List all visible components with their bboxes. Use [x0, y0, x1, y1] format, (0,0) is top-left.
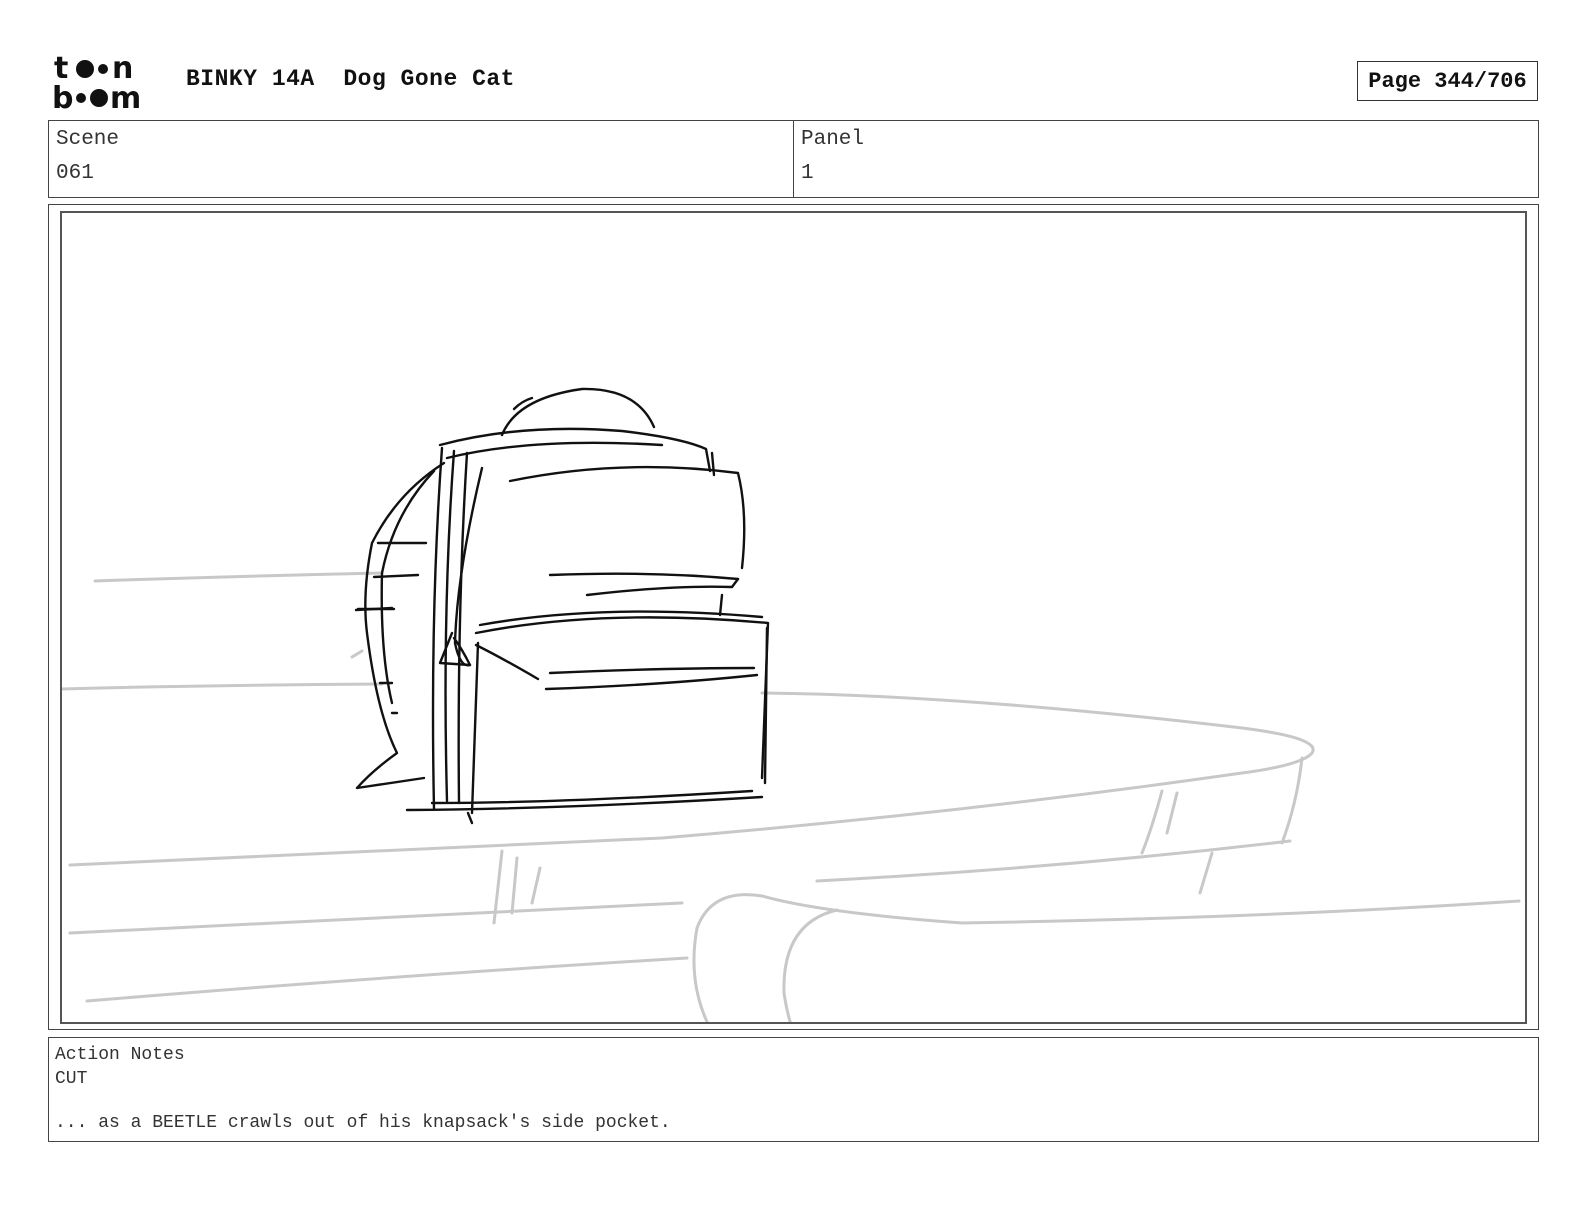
notes-spacer [55, 1091, 1532, 1111]
scene-value: 061 [56, 162, 94, 185]
scene-cell: Scene 061 [49, 121, 793, 197]
episode-title: Dog Gone Cat [343, 66, 515, 92]
knapsack-sketch [62, 387, 1521, 1022]
scene-label: Scene [56, 128, 120, 151]
panel-drawing [60, 211, 1527, 1024]
action-notes: Action Notes CUT ... as a BEETLE crawls … [48, 1037, 1539, 1142]
action-notes-label: Action Notes [55, 1045, 185, 1065]
svg-text:b: b [52, 81, 73, 112]
scene-panel-row: Scene 061 Panel 1 [48, 120, 1539, 198]
action-notes-line-1: CUT [55, 1069, 88, 1089]
svg-text:m: m [110, 81, 141, 112]
action-notes-line-2: ... as a BEETLE crawls out of his knapsa… [55, 1113, 671, 1133]
show-code: BINKY 14A [186, 66, 315, 92]
table-background-lines [62, 571, 1521, 1022]
panel-label: Panel [801, 128, 865, 151]
toon-boom-logo: t n b m [52, 51, 164, 116]
storyboard-title: BINKY 14A Dog Gone Cat [186, 66, 515, 92]
panel-cell: Panel 1 [793, 121, 1538, 197]
page-number: Page 344/706 [1357, 61, 1538, 101]
knapsack-lines [354, 387, 770, 825]
panel-value: 1 [801, 162, 814, 185]
